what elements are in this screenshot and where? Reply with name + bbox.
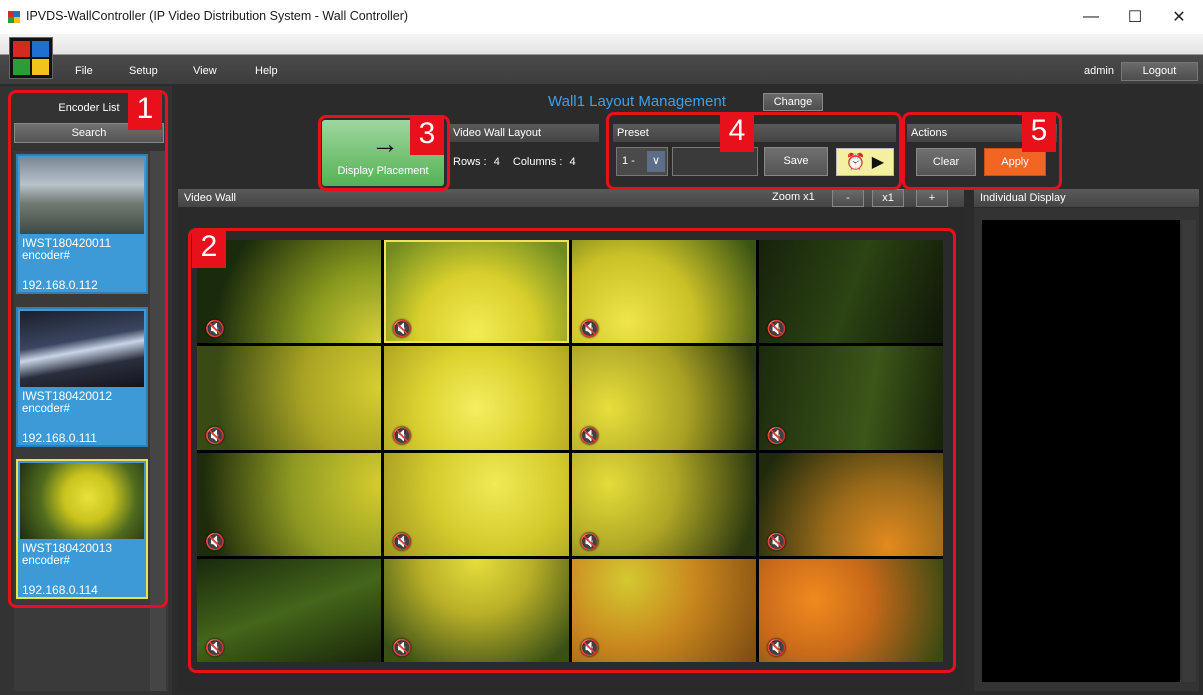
chevron-down-icon: ∨ [647,151,665,172]
preset-selected-value: 1 - [622,155,635,167]
encoder-card[interactable]: IWST180420011 encoder# 192.168.0.112 [16,154,148,294]
menu-setup[interactable]: Setup [129,65,158,77]
save-button[interactable]: Save [764,147,828,176]
wall-cell[interactable]: 🔇 [197,452,382,556]
encoder-name: IWST180420012 [22,389,113,403]
video-wall-layout-panel: Video Wall Layout Rows : 4 Columns : 4 [449,124,601,180]
wall-cell[interactable]: 🔇 [384,558,569,662]
wall-cell[interactable]: 🔇 [571,452,756,556]
change-button[interactable]: Change [763,93,823,111]
mute-icon[interactable]: 🔇 [767,426,787,446]
encoder-thumbnail [20,311,144,387]
mute-icon[interactable]: 🔇 [580,426,600,446]
encoder-name: IWST180420013 [22,541,113,555]
individual-display-title: Individual Display [980,192,1066,204]
wall-cell[interactable]: 🔇 [571,346,756,450]
encoder-card-selected[interactable]: IWST180420013 encoder# 192.168.0.114 [16,459,148,599]
minimize-button[interactable]: — [1069,4,1113,30]
close-button[interactable]: ✕ [1157,4,1201,30]
encoder-type: encoder# [22,250,70,262]
menu-help[interactable]: Help [255,65,278,77]
wall-cell[interactable]: 🔇 [384,452,569,556]
zoom-reset-button[interactable]: x1 [872,189,904,207]
encoder-ip: 192.168.0.111 [22,431,97,445]
menu-view[interactable]: View [193,65,217,77]
app-logo [9,37,53,79]
encoder-ip: 192.168.0.114 [22,583,98,597]
zoom-out-button[interactable]: - [832,189,864,207]
video-wall-layout-title: Video Wall Layout [449,124,599,142]
zoom-in-button[interactable]: + [916,189,948,207]
display-placement-label: Display Placement [337,165,429,177]
encoder-ip: 192.168.0.112 [22,278,98,292]
mute-icon[interactable]: 🔇 [392,319,412,339]
app-icon [8,11,20,23]
mute-icon[interactable]: 🔇 [205,532,225,552]
clear-button[interactable]: Clear [916,148,976,176]
user-label: admin [1084,65,1114,77]
mute-icon[interactable]: 🔇 [767,532,787,552]
maximize-button[interactable]: ☐ [1113,4,1157,30]
wall-title: Wall1 Layout Management [548,93,726,110]
callout-number-1: 1 [128,92,162,130]
wall-cell[interactable]: 🔇 [571,558,756,662]
mute-icon[interactable]: 🔇 [392,532,412,552]
encoder-card[interactable]: IWST180420012 encoder# 192.168.0.111 [16,307,148,447]
play-icon: ▶ [871,154,885,171]
video-wall-title: Video Wall [184,192,236,204]
individual-display-screen [982,220,1180,682]
zoom-label: Zoom x1 [772,191,815,203]
wall-cell-selected[interactable]: 🔇 [384,240,569,344]
mute-icon[interactable]: 🔇 [205,426,225,446]
mute-icon[interactable]: 🔇 [205,319,225,339]
wall-cell[interactable]: 🔇 [197,558,382,662]
mute-icon[interactable]: 🔇 [767,319,787,339]
mute-icon[interactable]: 🔇 [580,532,600,552]
callout-number-4: 4 [720,114,754,152]
logout-button[interactable]: Logout [1121,62,1198,81]
preset-select[interactable]: 1 - ∨ [616,147,668,176]
wall-cell[interactable]: 🔇 [758,346,943,450]
apply-button[interactable]: Apply [984,148,1046,176]
mute-icon[interactable]: 🔇 [580,319,600,339]
rows-label: Rows : [453,156,487,168]
wall-cell[interactable]: 🔇 [197,346,382,450]
wall-cell[interactable]: 🔇 [384,346,569,450]
encoder-thumbnail [20,158,144,234]
encoder-thumbnail [20,463,144,539]
columns-label: Columns : [512,156,563,168]
mute-icon[interactable]: 🔇 [580,638,600,658]
callout-number-3: 3 [410,117,444,155]
video-wall-grid: 🔇 🔇 🔇 🔇 🔇 🔇 🔇 🔇 🔇 🔇 🔇 🔇 🔇 🔇 🔇 🔇 [197,240,943,662]
mute-icon[interactable]: 🔇 [392,638,412,658]
menu-file[interactable]: File [75,65,93,77]
encoder-type: encoder# [22,555,70,567]
wall-cell[interactable]: 🔇 [758,452,943,556]
wall-cell[interactable]: 🔇 [758,558,943,662]
encoder-type: encoder# [22,403,70,415]
alarm-clock-icon: ⏰ [845,154,866,171]
columns-value: 4 [569,156,576,168]
rows-columns-readout: Rows : 4 Columns : 4 [453,156,576,168]
arrow-right-icon: → [371,128,399,159]
individual-display-header: Individual Display [974,189,1199,207]
individual-display-scrollbar[interactable] [1182,220,1196,682]
preset-schedule-play-button[interactable]: ⏰ ▶ [836,148,894,176]
encoder-list-scrollbar[interactable] [150,151,166,691]
mute-icon[interactable]: 🔇 [205,638,225,658]
wall-cell[interactable]: 🔇 [571,240,756,344]
rows-value: 4 [493,156,500,168]
window-title: IPVDS-WallController (IP Video Distribut… [26,9,409,23]
callout-number-5: 5 [1022,114,1056,152]
callout-number-2: 2 [192,230,226,268]
window-titlebar: IPVDS-WallController (IP Video Distribut… [0,0,1203,34]
menu-bar [0,34,1203,84]
preset-title: Preset [613,124,896,142]
wall-cell[interactable]: 🔇 [758,240,943,344]
mute-icon[interactable]: 🔇 [392,426,412,446]
mute-icon[interactable]: 🔇 [767,638,787,658]
encoder-name: IWST180420011 [22,236,112,250]
